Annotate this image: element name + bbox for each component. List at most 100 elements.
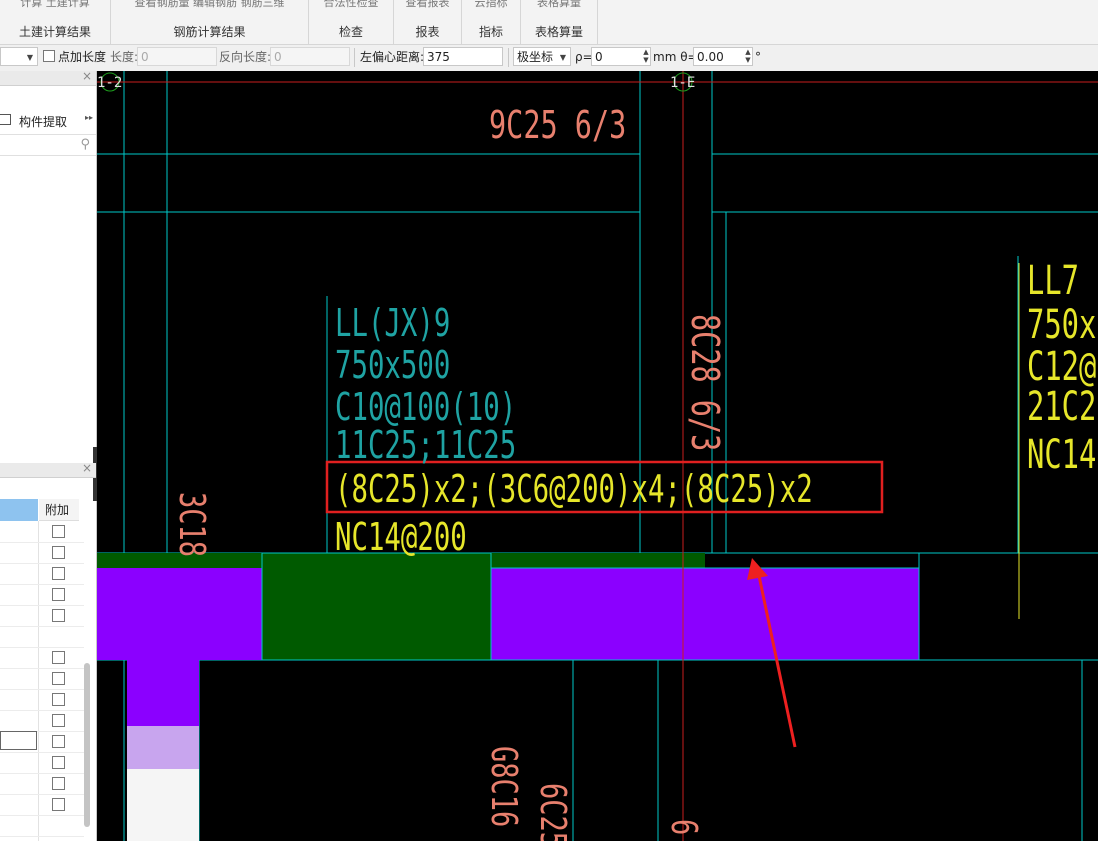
property-row[interactable] <box>0 690 84 711</box>
chevron-down-icon: ▼ <box>26 53 33 62</box>
attach-checkbox[interactable] <box>52 525 65 538</box>
lilac-fill <box>127 726 199 769</box>
property-row[interactable] <box>0 585 84 606</box>
structure-lines <box>97 71 1098 841</box>
add-length-checkbox[interactable] <box>43 50 55 62</box>
property-name-header <box>0 499 38 521</box>
ribbon-group-caption: 检查 <box>338 25 363 39</box>
property-row[interactable] <box>0 543 84 564</box>
property-row[interactable] <box>0 564 84 585</box>
search-input[interactable]: ⚲ <box>0 135 96 156</box>
axis-lines <box>97 71 1098 841</box>
purple-beam-fill <box>97 568 262 660</box>
left-offset-label: 左偏心距离: <box>360 50 425 64</box>
separator <box>508 48 509 67</box>
mode-dropdown[interactable]: ▼ <box>0 47 38 66</box>
property-row[interactable] <box>0 522 84 543</box>
property-row[interactable] <box>0 774 84 795</box>
attach-checkbox[interactable] <box>52 798 65 811</box>
purple-beam-fill <box>127 660 199 726</box>
extract-toolbar: 构件提取 ▸▸ <box>0 108 96 135</box>
scrollbar-thumb[interactable] <box>84 663 90 827</box>
ribbon-group-index[interactable]: 云指标 指标 <box>462 0 521 44</box>
left-offset-input[interactable]: 375 <box>423 47 503 66</box>
ribbon-group-caption: 表格算量 <box>534 25 583 39</box>
attach-checkbox[interactable] <box>52 714 65 727</box>
beam-name-label: LL(JX)9 <box>335 301 451 345</box>
more-icon[interactable]: ▸▸ <box>85 113 93 122</box>
extract-button[interactable]: 构件提取 <box>19 113 67 130</box>
close-icon[interactable]: × <box>82 461 92 475</box>
axis-label: 1-E <box>670 75 696 91</box>
ribbon-group-caption: 报表 <box>415 25 440 39</box>
attach-checkbox[interactable] <box>52 672 65 685</box>
wall-rebar-label: 6 <box>663 819 704 836</box>
wall-rebar-label: G8C16 <box>483 746 524 828</box>
stirrup-label: C10@100(10) <box>335 385 517 429</box>
property-row[interactable] <box>0 606 84 627</box>
attach-checkbox[interactable] <box>52 609 65 622</box>
property-row[interactable] <box>0 753 84 774</box>
ribbon-group-caption: 指标 <box>478 25 503 39</box>
rho-stepper[interactable]: ▲ ▼ <box>642 48 650 65</box>
theta-stepper[interactable]: ▲ ▼ <box>744 48 752 65</box>
degree-label: ° <box>755 50 761 64</box>
property-row[interactable] <box>0 648 84 669</box>
beam-rebar-label: 9C25 6/3 <box>489 103 627 147</box>
white-fill <box>127 769 199 841</box>
axis-label: 1-2 <box>97 75 123 91</box>
mm-theta-label: mm θ= <box>653 50 698 64</box>
left-panel: × 构件提取 ▸▸ ⚲ × 附加 <box>0 69 97 841</box>
ribbon-group-check[interactable]: 合法性检查 检查 <box>309 0 394 44</box>
coord-mode-select[interactable]: 极坐标 ▼ <box>513 47 571 66</box>
side-rebar-label: NC14@200 <box>335 515 467 559</box>
ribbon: 计算 土建计算 土建计算结果 查看钢筋量 编辑钢筋 钢筋三维 钢筋计算结果 合法… <box>0 0 1098 45</box>
attach-checkbox[interactable] <box>52 546 65 559</box>
attach-checkbox[interactable] <box>52 756 65 769</box>
length-input[interactable]: 0 <box>137 47 217 66</box>
highlighted-rebar-label: (8C25)x2;(3C6@200)x4;(8C25)x2 <box>335 467 813 511</box>
attach-checkbox[interactable] <box>52 735 65 748</box>
attach-checkbox[interactable] <box>52 567 65 580</box>
property-row[interactable] <box>0 816 84 837</box>
beam-size-label: 750x <box>1027 302 1097 348</box>
property-row[interactable] <box>0 711 84 732</box>
green-column-fill <box>261 552 492 661</box>
ribbon-group-caption: 钢筋计算结果 <box>173 25 246 39</box>
draw-options-bar: ▼ 点加长度 长度: 0 反向长度: 0 左偏心距离: 375 极坐标 ▼ ρ= … <box>0 45 1098 72</box>
green-band <box>491 553 705 568</box>
properties-header: × <box>0 461 96 478</box>
property-row[interactable] <box>0 669 84 690</box>
ribbon-group-rebar-results[interactable]: 查看钢筋量 编辑钢筋 钢筋三维 钢筋计算结果 <box>111 0 309 44</box>
panel-header: × <box>0 69 96 86</box>
attach-checkbox[interactable] <box>52 588 65 601</box>
wall-rebar-label: 6C25 <box>532 783 573 841</box>
ribbon-group-report[interactable]: 查看报表 报表 <box>394 0 462 44</box>
stirrup-label: C12@ <box>1027 344 1097 390</box>
attach-checkbox[interactable] <box>52 777 65 790</box>
ribbon-group-table-calc[interactable]: 表格算量 表格算量 <box>521 0 598 44</box>
property-row[interactable] <box>0 795 84 816</box>
side-rebar-label: NC14 <box>1027 432 1097 478</box>
column-rebar-label: 3C18 <box>171 492 212 558</box>
main-rebar-label: 21C2 <box>1027 384 1097 430</box>
cad-drawing <box>97 71 1098 841</box>
reverse-length-label: 反向长度: <box>219 50 272 64</box>
cad-canvas[interactable]: 1-2 1-E 9C25 6/3 LL(JX)9 750x500 C10@100… <box>97 71 1098 841</box>
purple-beam-fill <box>490 567 920 661</box>
length-label: 长度: <box>110 50 139 64</box>
add-length-label: 点加长度 <box>58 50 107 64</box>
extract-icon <box>0 114 11 125</box>
ribbon-group-civil-results[interactable]: 计算 土建计算 土建计算结果 <box>0 0 111 44</box>
reverse-length-input[interactable]: 0 <box>270 47 350 66</box>
separator <box>354 48 355 67</box>
beam-name-label: LL7 <box>1027 258 1080 304</box>
close-icon[interactable]: × <box>82 69 92 83</box>
property-row[interactable] <box>0 627 84 648</box>
chevron-down-icon: ▼ <box>559 53 566 62</box>
column-rebar-label: 8C28 6/3 <box>683 314 727 452</box>
attach-checkbox[interactable] <box>52 693 65 706</box>
attach-checkbox[interactable] <box>52 651 65 664</box>
property-value-editor[interactable] <box>0 731 37 750</box>
beam-size-label: 750x500 <box>335 343 451 387</box>
